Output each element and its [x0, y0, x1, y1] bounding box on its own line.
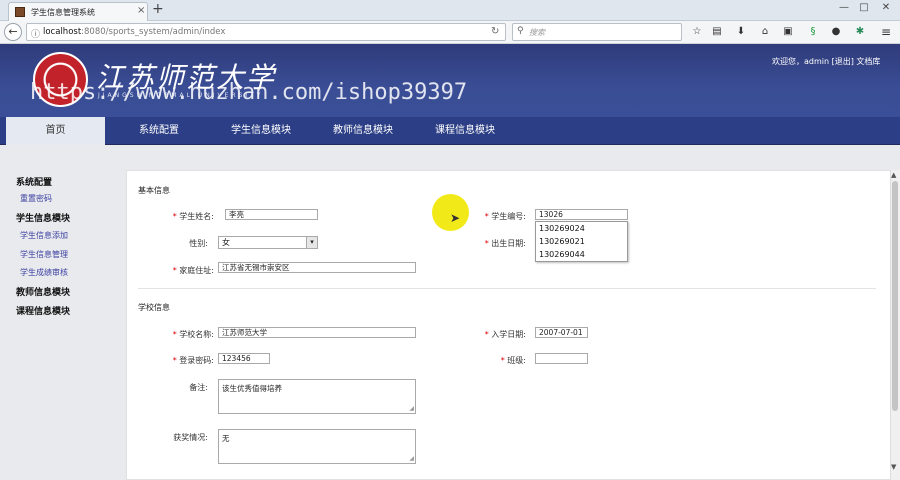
sidebar-group-student[interactable]: 学生信息模块 [16, 211, 70, 224]
search-placeholder: 搜索 [529, 28, 545, 37]
enroll-date-label: * 入学日期: [484, 330, 526, 339]
resize-handle-icon[interactable]: ◢ [409, 405, 414, 412]
autocomplete-dropdown: 130269024 130269021 130269044 [535, 221, 628, 262]
section-divider [138, 288, 876, 289]
password-input[interactable]: 123456 [218, 353, 270, 364]
search-icon: ⚲ [517, 26, 524, 36]
favicon-icon [15, 7, 25, 17]
address-label: * 家庭住址: [172, 266, 214, 275]
nav-system-config[interactable]: 系统配置 [118, 117, 200, 145]
menu-icon[interactable]: ≡ [879, 25, 893, 39]
student-name-input[interactable]: 李亮 [225, 209, 318, 220]
sidebar-item-score-review[interactable]: 学生成绩审核 [20, 267, 68, 278]
reload-icon[interactable]: ↻ [491, 26, 499, 37]
main-nav: 首页 系统配置 学生信息模块 教师信息模块 课程信息模块 [0, 117, 900, 146]
puzzle-icon[interactable]: ✱ [853, 25, 867, 39]
tab-close-icon[interactable]: × [137, 5, 145, 16]
chevron-down-icon: ▾ [306, 237, 317, 248]
sidebar-item-reset-password[interactable]: 重置密码 [20, 193, 52, 204]
school-input[interactable]: 江苏师范大学 [218, 327, 416, 338]
scroll-up-icon[interactable]: ▲ [891, 171, 896, 179]
browser-tab[interactable]: 学生信息管理系统 × [8, 2, 148, 21]
remark-text: 该生优秀值得培养 [222, 384, 282, 393]
password-label: * 登录密码: [172, 356, 214, 365]
resize-handle-icon[interactable]: ◢ [409, 455, 414, 462]
user-info[interactable]: 欢迎您，admin [退出] 文档库 [772, 56, 880, 67]
student-no-input[interactable]: 13026 [535, 209, 628, 220]
sidebar-group-course[interactable]: 课程信息模块 [16, 304, 70, 317]
address-input[interactable]: 江苏省无锡市崇安区 [218, 262, 416, 273]
sidebar-item-student-manage[interactable]: 学生信息管理 [20, 249, 68, 260]
nav-teacher-module[interactable]: 教师信息模块 [318, 117, 408, 145]
extension-icon[interactable]: § [806, 25, 820, 39]
home-icon[interactable]: ⌂ [758, 25, 772, 39]
chat-icon[interactable]: ● [829, 25, 843, 39]
section-title-school: 学校信息 [138, 303, 170, 312]
clipboard-icon[interactable]: ▤ [710, 25, 724, 39]
gender-label: 性别: [189, 239, 208, 248]
suggestion-item[interactable]: 130269021 [539, 237, 585, 246]
site-info-icon[interactable]: ⓘ [31, 27, 40, 40]
suggestion-item[interactable]: 130269044 [539, 250, 585, 259]
class-label: * 班级: [500, 356, 526, 365]
school-label: * 学校名称: [172, 330, 214, 339]
watermark: https://www.huzhan.com/ishop39397 [30, 80, 468, 105]
search-input[interactable]: ⚲ 搜索 [512, 23, 682, 41]
download-icon[interactable]: ⬇ [734, 25, 748, 39]
scroll-down-icon[interactable]: ▼ [891, 463, 896, 471]
sidebar-item-student-add[interactable]: 学生信息添加 [20, 230, 68, 241]
nav-course-module[interactable]: 课程信息模块 [420, 117, 510, 145]
browser-title-bar: 学生信息管理系统 × + — □ ✕ [0, 0, 900, 21]
birthday-label: * 出生日期: [484, 239, 526, 248]
sidebar-group-system-config[interactable]: 系统配置 [16, 175, 52, 188]
enroll-date-input[interactable]: 2007-07-01 [535, 327, 588, 338]
close-window-button[interactable]: ✕ [878, 2, 894, 13]
class-input[interactable] [535, 353, 588, 364]
address-bar[interactable]: ⓘ localhost:8080/sports_system/admin/ind… [26, 23, 506, 41]
name-label: * 学生姓名: [172, 212, 214, 221]
award-label: 获奖情况: [173, 433, 208, 442]
nav-home[interactable]: 首页 [6, 117, 105, 146]
url-text: localhost:8080/sports_system/admin/index [43, 27, 226, 37]
suggestion-item[interactable]: 130269024 [539, 224, 585, 233]
section-title-basic: 基本信息 [138, 186, 170, 195]
browser-toolbar: ← ⓘ localhost:8080/sports_system/admin/i… [0, 21, 900, 44]
minimize-button[interactable]: — [836, 2, 852, 13]
back-button[interactable]: ← [4, 23, 22, 41]
tab-title: 学生信息管理系统 [31, 8, 95, 17]
remark-textarea[interactable]: 该生优秀值得培养 ◢ [218, 379, 416, 414]
maximize-button[interactable]: □ [856, 2, 872, 13]
sidebar-group-teacher[interactable]: 教师信息模块 [16, 285, 70, 298]
scrollbar-thumb[interactable] [892, 181, 898, 411]
nav-student-module[interactable]: 学生信息模块 [214, 117, 308, 145]
student-no-label: * 学生编号: [484, 212, 526, 221]
award-text: 无 [222, 434, 230, 443]
remark-label: 备注: [189, 383, 208, 392]
new-tab-button[interactable]: + [152, 1, 164, 17]
image-icon[interactable]: ▣ [781, 25, 795, 39]
gender-value: 女 [222, 238, 230, 247]
gender-select[interactable]: 女 ▾ [218, 236, 318, 249]
award-textarea[interactable]: 无 ◢ [218, 429, 416, 464]
star-icon[interactable]: ☆ [690, 25, 704, 39]
mouse-pointer-icon: ➤ [450, 211, 461, 225]
